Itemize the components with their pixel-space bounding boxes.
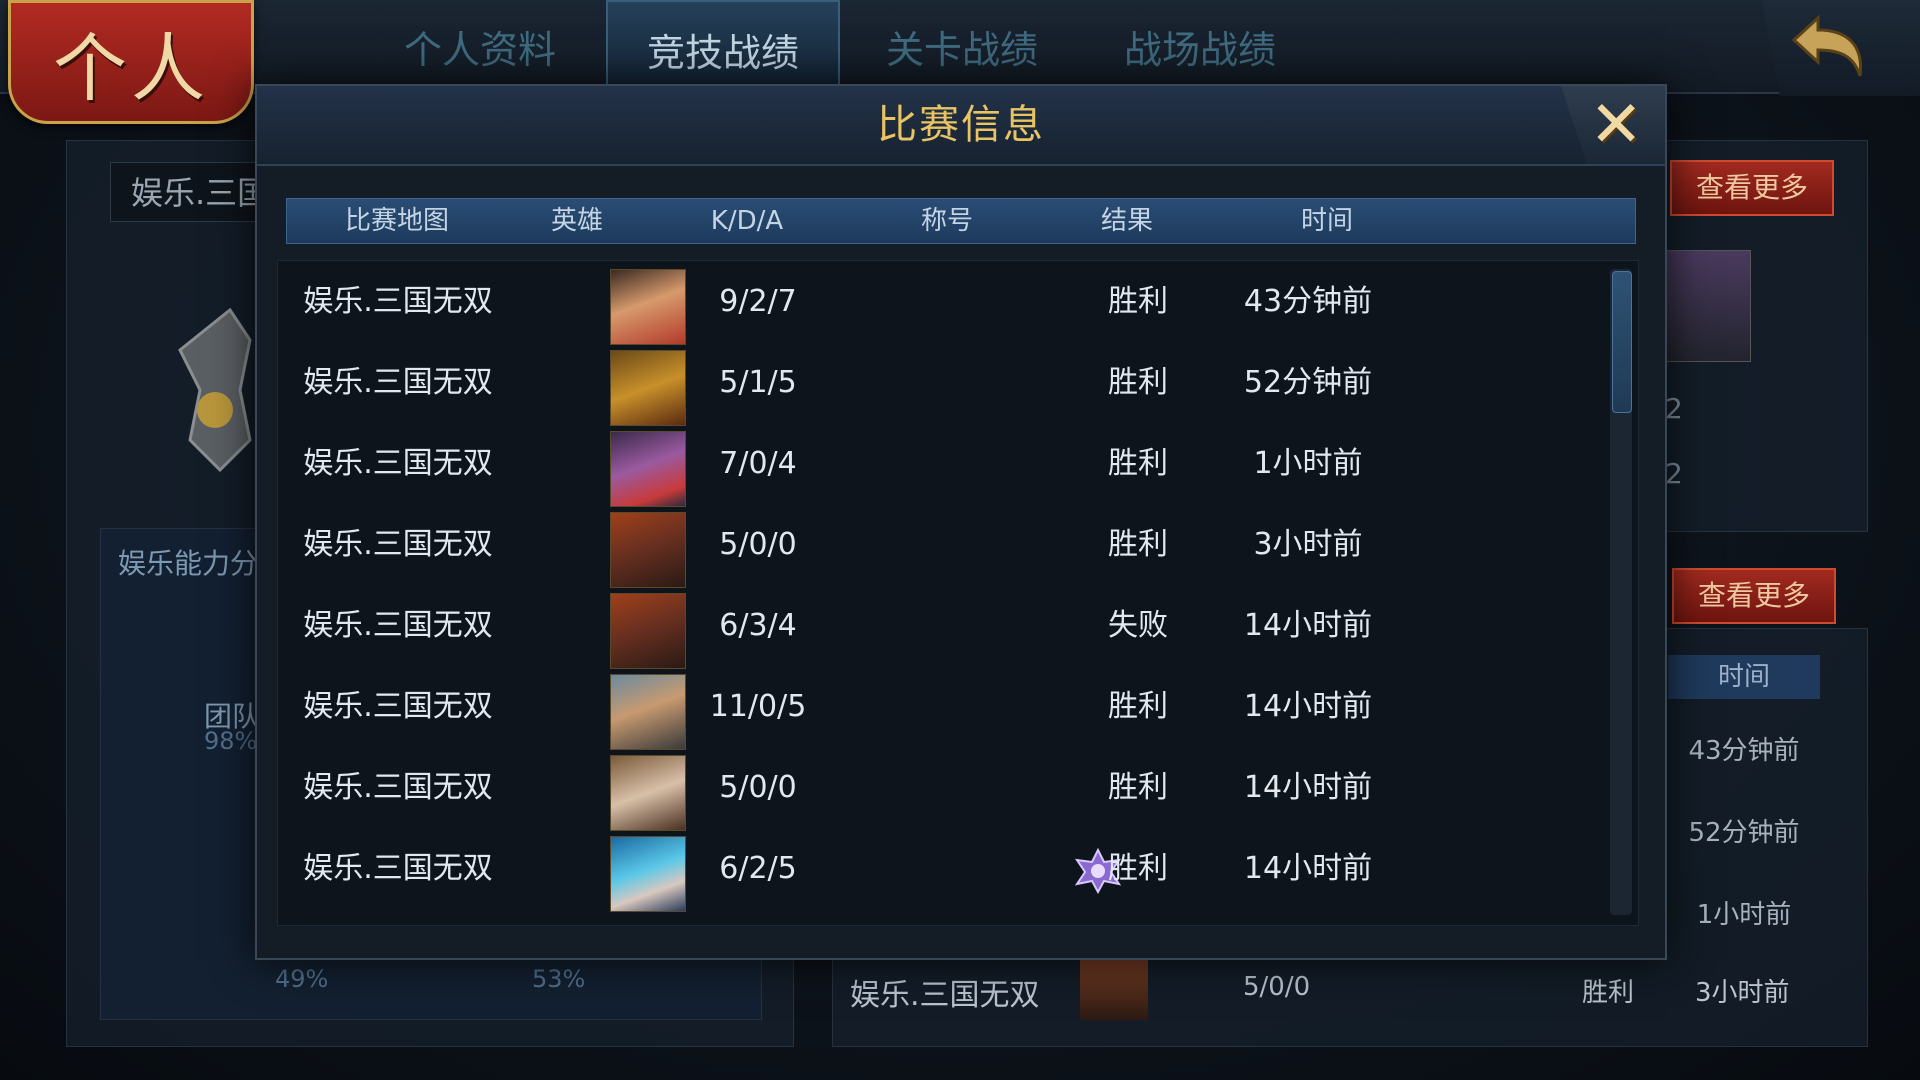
back-arrow-icon (1791, 14, 1863, 77)
hero-portrait-1-icon (610, 269, 686, 345)
avatar (1665, 250, 1751, 362)
result-cell: 胜利 (1108, 365, 1168, 400)
bg-row-result: 胜利 (1582, 978, 1635, 1008)
tab-stage-record[interactable]: 关卡战绩 (862, 20, 1062, 80)
col-title: 称号 (920, 206, 973, 236)
table-row[interactable]: 娱乐.三国无双 5/0/0 胜利 14小时前 (278, 747, 1608, 831)
table-row[interactable]: 娱乐.三国无双 5/1/5 胜利 52分钟前 (278, 342, 1608, 426)
bg-row-kda: 5/0/0 (1243, 972, 1311, 1002)
kda-cell: 9/2/7 (719, 284, 797, 319)
hero-portrait-4-icon (610, 512, 686, 588)
scrollbar[interactable] (1610, 269, 1632, 915)
table-row[interactable]: 娱乐.三国无双 5/0/0 胜利 3小时前 (278, 504, 1608, 588)
page-title-banner: 个人 (8, 0, 254, 124)
stat-value-3: 53% (532, 965, 586, 993)
bg-number-2: 2 (1665, 457, 1683, 490)
kda-cell: 5/0/0 (719, 770, 797, 805)
table-row[interactable]: 娱乐.三国无双 6/2/5 胜利 14小时前 (278, 828, 1608, 912)
col-kda: K/D/A (710, 206, 784, 236)
scrollbar-thumb[interactable] (1612, 271, 1632, 413)
hero-portrait-3-icon (610, 431, 686, 507)
match-list[interactable]: 娱乐.三国无双 9/2/7 胜利 43分钟前 娱乐.三国无双 5/1/5 胜利 … (277, 260, 1639, 926)
map-cell: 娱乐.三国无双 (303, 851, 493, 886)
result-cell: 胜利 (1108, 770, 1168, 805)
dialog-title: 比赛信息 (877, 102, 1045, 148)
table-row[interactable]: 娱乐.三国无双 7/0/4 胜利 1小时前 (278, 423, 1608, 507)
ability-label: 娱乐能力分 (118, 547, 259, 580)
result-cell: 胜利 (1108, 851, 1168, 886)
result-cell: 胜利 (1108, 284, 1168, 319)
hero-portrait-6-icon (610, 755, 686, 831)
table-row[interactable]: 娱乐.三国无双 6/3/4 失败 14小时前 (278, 585, 1608, 669)
stat-value-2: 49% (275, 965, 329, 993)
hero-portrait-4-icon (610, 593, 686, 669)
result-cell: 胜利 (1108, 446, 1168, 481)
bg-row-hero-portrait (1080, 958, 1148, 1020)
time-cell: 14小时前 (1243, 608, 1373, 643)
kda-cell: 7/0/4 (719, 446, 797, 481)
bg-row-map: 娱乐.三国无双 (850, 978, 1040, 1013)
page-title: 个人 (53, 26, 209, 112)
map-cell: 娱乐.三国无双 (303, 365, 493, 400)
time-cell: 3小时前 (1253, 527, 1363, 562)
time-cell: 43分钟前 (1243, 284, 1373, 319)
map-cell: 娱乐.三国无双 (303, 689, 493, 724)
table-row[interactable]: 娱乐.三国无双 11/0/5 胜利 14小时前 (278, 666, 1608, 750)
close-icon: ✕ (1589, 88, 1643, 162)
map-cell: 娱乐.三国无双 (303, 446, 493, 481)
team-stat-value: 98% (204, 727, 258, 755)
map-cell: 娱乐.三国无双 (303, 284, 493, 319)
map-cell: 娱乐.三国无双 (303, 608, 493, 643)
view-more-button-1[interactable]: 查看更多 (1670, 160, 1834, 216)
table-row[interactable]: 娱乐.三国无双 9/2/7 胜利 43分钟前 (278, 261, 1608, 345)
view-more-button-2[interactable]: 查看更多 (1672, 568, 1836, 624)
result-cell: 胜利 (1108, 689, 1168, 724)
kda-cell: 5/1/5 (719, 365, 797, 400)
hero-portrait-5-icon (610, 674, 686, 750)
dialog-header: 比赛信息 ✕ (257, 86, 1665, 166)
col-hero: 英雄 (550, 206, 603, 236)
bg-time-2: 52分钟前 (1688, 818, 1800, 848)
time-cell: 14小时前 (1243, 689, 1373, 724)
col-time: 时间 (1300, 206, 1353, 236)
time-cell: 14小时前 (1243, 770, 1373, 805)
bg-number-1: 2 (1665, 392, 1683, 425)
tab-profile[interactable]: 个人资料 (380, 20, 580, 80)
match-info-dialog: 比赛信息 ✕ 比赛地图 英雄 K/D/A 称号 结果 时间 娱乐.三国无双 9/… (255, 84, 1667, 960)
col-result: 结果 (1100, 206, 1153, 236)
bg-time-3: 1小时前 (1696, 900, 1792, 930)
table-header: 比赛地图 英雄 K/D/A 称号 结果 时间 (286, 198, 1636, 244)
kda-cell: 6/2/5 (719, 851, 797, 886)
result-cell: 失败 (1108, 608, 1168, 643)
bg-time-header: 时间 (1668, 655, 1820, 699)
time-cell: 1小时前 (1253, 446, 1363, 481)
top-bar: 个人 个人资料 竞技战绩 关卡战绩 战场战绩 (0, 0, 1920, 124)
hero-portrait-2-icon (610, 350, 686, 426)
bg-time-1: 43分钟前 (1688, 736, 1800, 766)
result-cell: 胜利 (1108, 527, 1168, 562)
time-cell: 52分钟前 (1243, 365, 1373, 400)
kda-cell: 11/0/5 (709, 689, 807, 724)
hero-portrait-7-icon (610, 836, 686, 912)
tab-arena-record[interactable]: 竞技战绩 (606, 0, 840, 84)
bg-row-time: 3小时前 (1695, 978, 1790, 1008)
armor-emblem-icon (178, 307, 252, 473)
back-button[interactable] (1761, 0, 1920, 96)
col-map: 比赛地图 (344, 206, 449, 236)
time-cell: 14小时前 (1243, 851, 1373, 886)
kda-cell: 5/0/0 (719, 527, 797, 562)
map-cell: 娱乐.三国无双 (303, 770, 493, 805)
map-cell: 娱乐.三国无双 (303, 527, 493, 562)
kda-cell: 6/3/4 (719, 608, 797, 643)
tab-battlefield-record[interactable]: 战场战绩 (1100, 20, 1300, 80)
